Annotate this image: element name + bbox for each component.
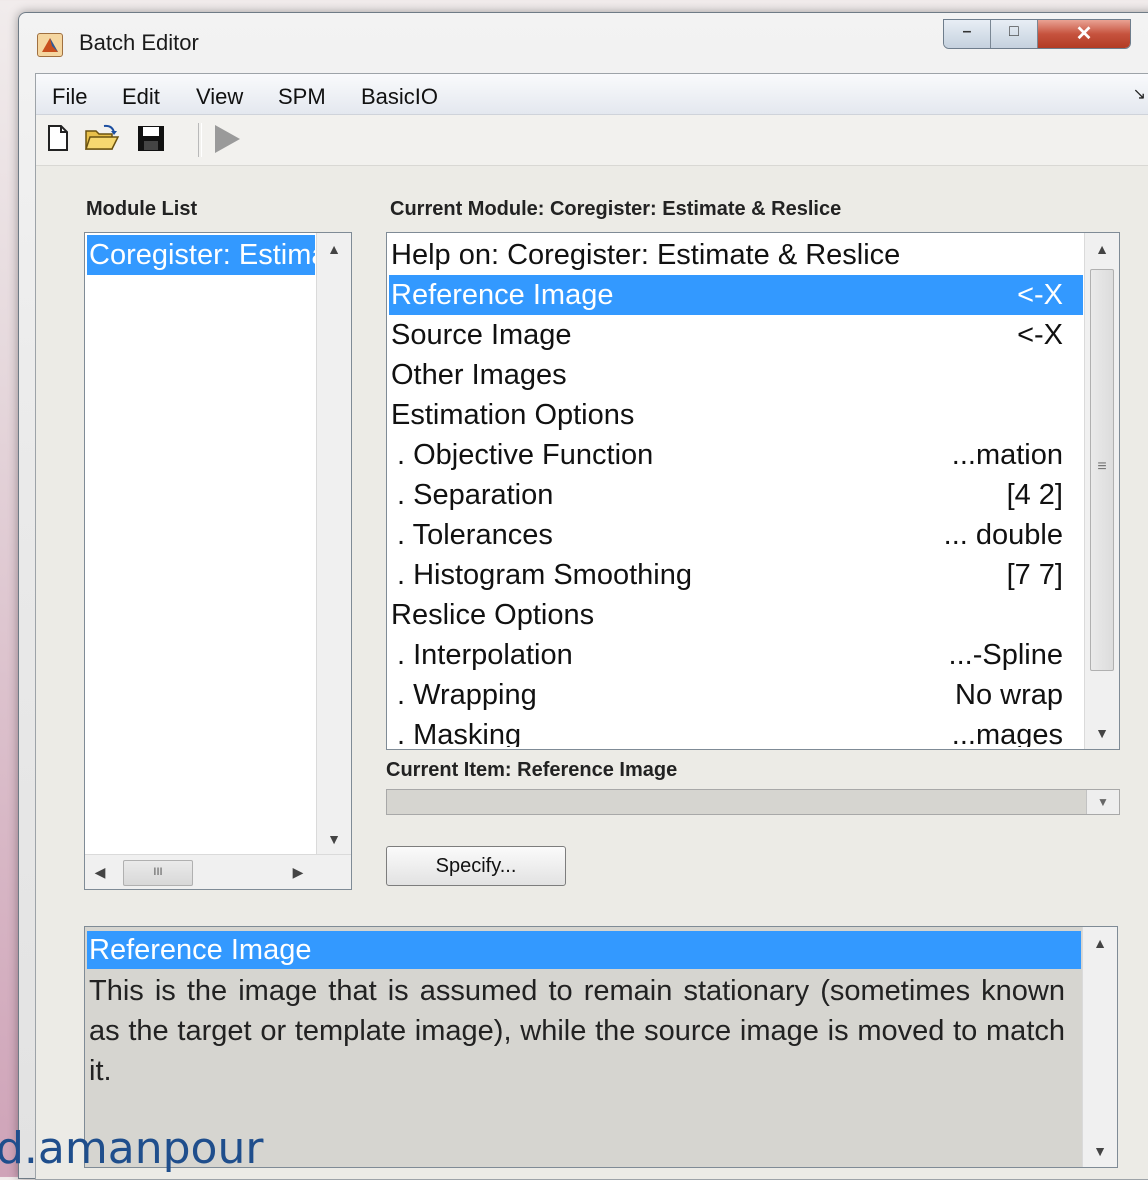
dropdown-arrow-icon[interactable]: ▼ [1086,790,1119,814]
scroll-left-arrow-icon[interactable]: ◀ [93,864,107,881]
save-icon[interactable] [136,123,166,155]
module-row-help[interactable]: Help on: Coregister: Estimate & Reslice [389,235,1083,275]
module-row-interpolation[interactable]: . Interpolation ...-Spline [389,635,1083,675]
grip-icon: ≡ [1097,458,1107,475]
module-row-masking[interactable]: . Masking ...mages [389,715,1083,747]
hscroll-thumb[interactable]: III [123,860,193,886]
current-module-list[interactable]: Help on: Coregister: Estimate & Reslice … [386,232,1120,750]
help-text: This is the image that is assumed to rem… [89,975,1065,1087]
minimize-button[interactable]: – [944,20,991,48]
menu-bar: File Edit View SPM BasicIO ↘ [36,74,1148,115]
scroll-right-arrow-icon[interactable]: ▶ [291,864,305,881]
current-module-label: Current Module: Coregister: Estimate & R… [390,198,842,220]
current-module-vscrollbar[interactable]: ▲ ≡ ▼ [1084,233,1119,749]
menu-edit[interactable]: Edit [122,84,160,110]
menu-view[interactable]: View [196,84,243,110]
scroll-up-arrow-icon[interactable]: ▲ [317,241,351,257]
scroll-down-arrow-icon[interactable]: ▼ [317,831,351,847]
module-row-reslice-options[interactable]: Reslice Options [389,595,1083,635]
vscroll-thumb[interactable]: ≡ [1090,269,1114,671]
current-item-dropdown[interactable]: ▼ [386,789,1120,815]
scroll-up-arrow-icon[interactable]: ▲ [1083,935,1117,951]
module-list-item[interactable]: Coregister: Estimate & Reslice [87,235,315,275]
menu-basicio[interactable]: BasicIO [361,84,438,110]
menu-dock-arrow-icon[interactable]: ↘ [1133,84,1146,104]
help-title: Reference Image [87,931,1081,969]
module-row-estimation-options[interactable]: Estimation Options [389,395,1083,435]
specify-button[interactable]: Specify... [386,846,566,886]
title-bar[interactable]: Batch Editor – □ ✕ [19,13,1148,73]
new-file-icon[interactable] [46,123,76,155]
module-list-hscrollbar[interactable]: ◀ III ▶ [85,854,351,889]
module-list-vscrollbar[interactable]: ▲ ▼ [316,233,351,855]
toolbar-separator [198,123,202,157]
run-icon[interactable] [212,123,242,155]
module-row-wrapping[interactable]: . Wrapping No wrap [389,675,1083,715]
close-icon: ✕ [1075,23,1093,45]
menu-spm[interactable]: SPM [278,84,326,110]
matlab-app-icon [37,33,63,57]
module-row-tolerances[interactable]: . Tolerances... double [389,515,1083,555]
client-area: File Edit View SPM BasicIO ↘ Module List… [35,73,1148,1180]
module-row-source-image[interactable]: Source Image <-X [389,315,1083,355]
menu-file[interactable]: File [52,84,87,110]
module-row-histogram-smoothing[interactable]: . Histogram Smoothing [7 7] [389,555,1083,595]
window-title: Batch Editor [79,30,199,55]
scroll-down-arrow-icon[interactable]: ▼ [1085,725,1119,741]
scroll-up-arrow-icon[interactable]: ▲ [1085,241,1119,257]
module-row-separation[interactable]: . Separation [4 2] [389,475,1083,515]
scroll-down-arrow-icon[interactable]: ▼ [1083,1143,1117,1159]
window-controls: – □ ✕ [943,19,1131,49]
watermark-text: d.amanpour [0,1123,264,1174]
maximize-icon: □ [1009,23,1019,40]
current-item-label: Current Item: Reference Image [386,759,678,781]
module-row-reference-image[interactable]: Reference Image <-X [389,275,1083,315]
batch-editor-window: Batch Editor – □ ✕ File Edit View SPM Ba… [18,12,1148,1180]
open-folder-icon[interactable] [84,123,120,155]
module-row-objective-function[interactable]: . Objective Function ...mation [389,435,1083,475]
close-button[interactable]: ✕ [1038,20,1130,48]
maximize-button[interactable]: □ [991,20,1038,48]
minimize-icon: – [962,23,972,40]
module-list-label: Module List [86,198,198,220]
toolbar [36,115,1148,166]
module-row-other-images[interactable]: Other Images [389,355,1083,395]
module-list-box[interactable]: Coregister: Estimate & Reslice ▲ ▼ ◀ III… [84,232,352,890]
help-vscrollbar[interactable]: ▲ ▼ [1082,927,1117,1167]
